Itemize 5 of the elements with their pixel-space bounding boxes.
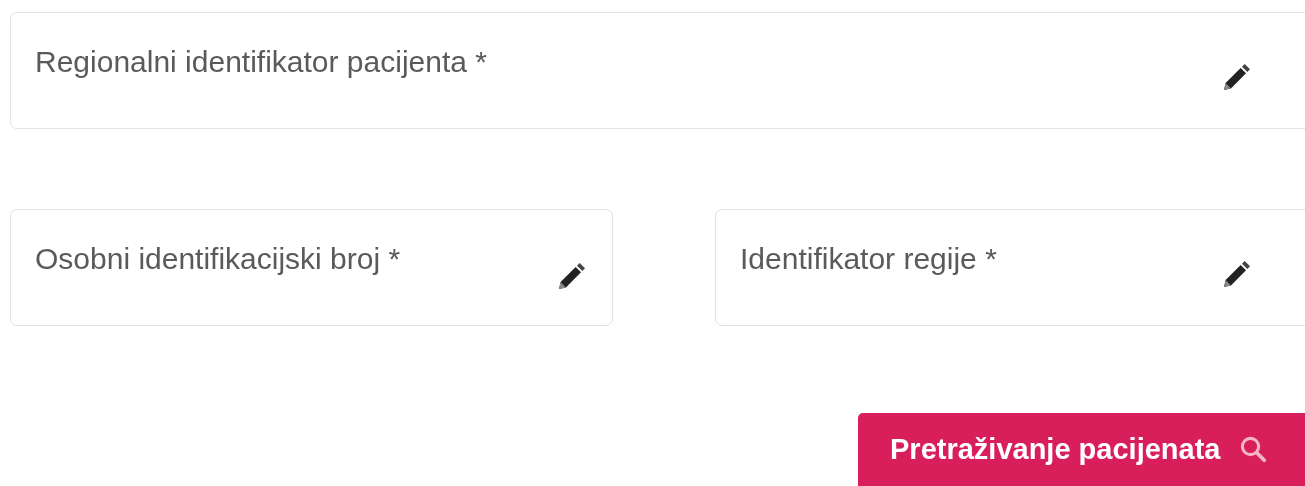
search-icon bbox=[1238, 434, 1269, 464]
input-field[interactable]: Osobni identifikacijski broj * bbox=[10, 209, 613, 326]
input-field[interactable]: Regionalni identifikator pacijenta * bbox=[10, 12, 1305, 129]
input-field[interactable]: Identifikator regije * bbox=[715, 209, 1305, 326]
search-button[interactable]: Pretraživanje pacijenata bbox=[858, 413, 1305, 486]
